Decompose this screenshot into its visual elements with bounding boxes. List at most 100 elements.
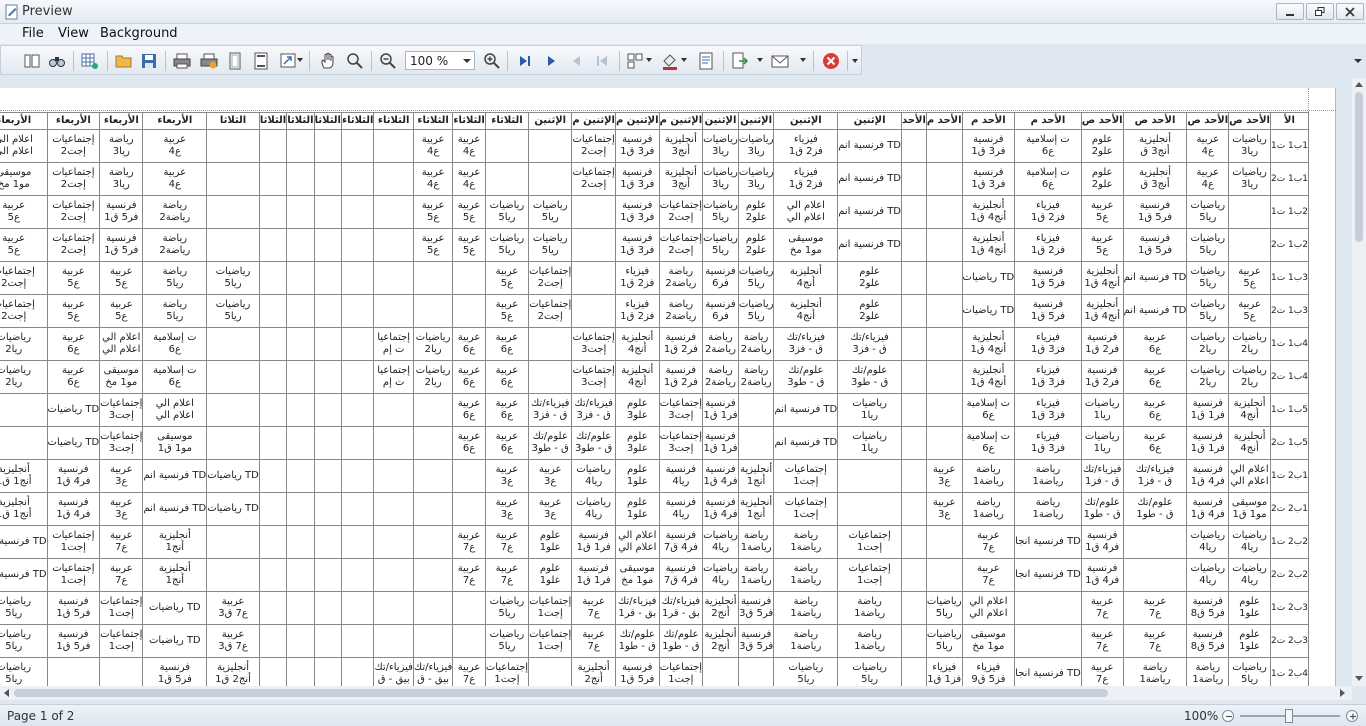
schedule-cell bbox=[258, 228, 288, 262]
column-header: الثلاثاء bbox=[340, 112, 375, 130]
scroll-right-icon[interactable] bbox=[1340, 689, 1346, 697]
hand-tool-icon[interactable] bbox=[319, 52, 337, 70]
page-setup-icon[interactable] bbox=[226, 52, 244, 70]
next-page-icon[interactable] bbox=[542, 52, 560, 70]
schedule-cell: أنجليزيةأنج1 ق1 bbox=[0, 492, 48, 526]
header-footer-icon[interactable] bbox=[252, 52, 270, 70]
schedule-cell: فيزياء فز5 ق9 bbox=[961, 657, 1016, 686]
class-cell: 1ب2 ت1 bbox=[1269, 459, 1310, 493]
schedule-cell: موسيقىمو1 مخ bbox=[773, 228, 839, 262]
schedule-cell bbox=[412, 393, 454, 427]
schedule-cell: إجتماعيات إجت3 bbox=[658, 426, 704, 460]
watermark-icon[interactable] bbox=[697, 52, 715, 70]
schedule-cell bbox=[373, 459, 414, 493]
schedule-cell bbox=[258, 195, 288, 229]
previous-page-icon[interactable] bbox=[568, 52, 586, 70]
first-page-icon[interactable] bbox=[515, 52, 533, 70]
chevron-down-icon[interactable] bbox=[757, 58, 763, 62]
schedule-cell: موسيقىمو1 مخ bbox=[99, 360, 144, 394]
schedule-cell bbox=[528, 162, 573, 196]
class-cell: 3ب1 ت2 bbox=[1269, 294, 1310, 328]
zoom-select[interactable]: 100 % bbox=[405, 51, 475, 70]
zoom-slider-thumb[interactable] bbox=[1285, 709, 1293, 723]
schedule-cell bbox=[258, 459, 288, 493]
background-color-icon[interactable] bbox=[661, 52, 679, 70]
schedule-cell: رياضيات ريا3 bbox=[1228, 129, 1271, 163]
thumbnails-icon[interactable] bbox=[23, 52, 41, 70]
schedule-cell: TD فرنسية انم bbox=[837, 228, 903, 262]
schedule-cell: فرنسية فر5 ق3 bbox=[737, 624, 775, 658]
scale-icon[interactable] bbox=[280, 52, 298, 70]
last-page-icon[interactable] bbox=[594, 52, 612, 70]
minimize-button[interactable] bbox=[1276, 3, 1304, 20]
schedule-cell: رياضة رياضة2 bbox=[702, 327, 739, 361]
vertical-scrollbar[interactable] bbox=[1352, 78, 1366, 686]
zoom-out-icon[interactable] bbox=[379, 52, 397, 70]
restore-button[interactable] bbox=[1306, 3, 1334, 20]
export-icon[interactable] bbox=[731, 52, 749, 70]
menu-file[interactable]: File bbox=[22, 26, 44, 41]
preview-viewport: الأ الأحد ص الأحد ص الأحد ص الأحد ص الأحد م ال… bbox=[0, 78, 1352, 686]
chevron-down-icon[interactable] bbox=[681, 58, 687, 62]
chevron-down-icon[interactable] bbox=[646, 58, 652, 62]
schedule-cell: ت إسلامية ع6 bbox=[961, 426, 1016, 460]
plus-icon bbox=[1350, 713, 1356, 720]
schedule-cell bbox=[412, 525, 454, 559]
schedule-cell bbox=[258, 261, 288, 295]
page-indicator: Page 1 of 2 bbox=[7, 709, 75, 723]
scroll-up-icon[interactable] bbox=[1355, 81, 1363, 87]
schedule-cell bbox=[206, 162, 260, 196]
toolbar-overflow-icon[interactable] bbox=[1352, 55, 1364, 67]
zoom-in-button[interactable] bbox=[1346, 710, 1358, 722]
close-window-button[interactable] bbox=[1336, 3, 1364, 20]
schedule-cell: رياضة رياضة1 bbox=[837, 591, 903, 625]
menu-view[interactable]: View bbox=[58, 26, 89, 41]
horizontal-scroll-thumb[interactable] bbox=[14, 689, 1108, 697]
open-folder-icon[interactable] bbox=[115, 52, 133, 70]
close-preview-icon[interactable] bbox=[822, 52, 840, 70]
zoom-out-button[interactable] bbox=[1222, 710, 1234, 722]
horizontal-scrollbar[interactable] bbox=[0, 686, 1352, 700]
schedule-cell: TD فرنسية انم bbox=[773, 393, 839, 427]
schedule-cell: علوم/تك ق - طو3 bbox=[773, 360, 839, 394]
schedule-cell bbox=[373, 294, 414, 328]
toolbar-options-icon[interactable] bbox=[852, 59, 858, 63]
schedule-cell: رياضياتريا5 bbox=[737, 294, 775, 328]
schedule-cell: فرنسية فر4 ق1 bbox=[1080, 558, 1124, 592]
chevron-down-icon[interactable] bbox=[800, 58, 806, 62]
schedule-cell bbox=[901, 129, 927, 163]
save-icon[interactable] bbox=[140, 52, 158, 70]
grid-settings-icon[interactable] bbox=[81, 52, 99, 70]
scroll-left-icon[interactable] bbox=[3, 689, 9, 697]
magnifier-icon[interactable] bbox=[346, 52, 364, 70]
schedule-cell bbox=[313, 525, 342, 559]
multiple-pages-icon[interactable] bbox=[627, 52, 645, 70]
schedule-cell bbox=[46, 657, 101, 686]
schedule-cell: عربية ع6 bbox=[484, 360, 530, 394]
schedule-cell: رياضيات ريا4 bbox=[571, 459, 616, 493]
schedule-cell: TD فرنسية انم bbox=[1122, 261, 1188, 295]
print-icon[interactable] bbox=[173, 52, 191, 70]
schedule-cell: TD فرنسية انجا bbox=[0, 525, 48, 559]
schedule-cell: TD فرنسية انم bbox=[1122, 294, 1188, 328]
vertical-scroll-thumb[interactable] bbox=[1355, 92, 1363, 242]
quick-print-icon[interactable] bbox=[200, 52, 218, 70]
schedule-cell bbox=[258, 624, 288, 658]
email-icon[interactable] bbox=[771, 52, 789, 70]
table-row: 3ب2 ت2 علوم علو1 فرنسية فر5 ق8 عربية ع7 عربية ع7… bbox=[0, 624, 1310, 658]
schedule-cell: إجتماعياتإجت2 bbox=[0, 261, 48, 295]
schedule-cell: فرنسية فر5 ق1 bbox=[1122, 228, 1188, 262]
schedule-cell: علوم علو2 bbox=[837, 261, 903, 295]
menu-background[interactable]: Background bbox=[100, 26, 178, 41]
schedule-cell: رياضياتريا5 bbox=[925, 591, 963, 625]
schedule-cell: رياضيات ريا1 bbox=[1080, 426, 1124, 460]
schedule-cell: عربية ع4 bbox=[142, 162, 208, 196]
schedule-cell bbox=[373, 624, 414, 658]
find-icon[interactable] bbox=[48, 52, 66, 70]
schedule-cell: علوم علو3 bbox=[614, 426, 660, 460]
chevron-down-icon[interactable] bbox=[297, 58, 303, 62]
scroll-down-icon[interactable] bbox=[1355, 676, 1363, 682]
zoom-in-icon[interactable] bbox=[483, 52, 501, 70]
schedule-cell bbox=[925, 129, 963, 163]
schedule-cell: فرنسية فر4 ق1 bbox=[46, 459, 101, 493]
